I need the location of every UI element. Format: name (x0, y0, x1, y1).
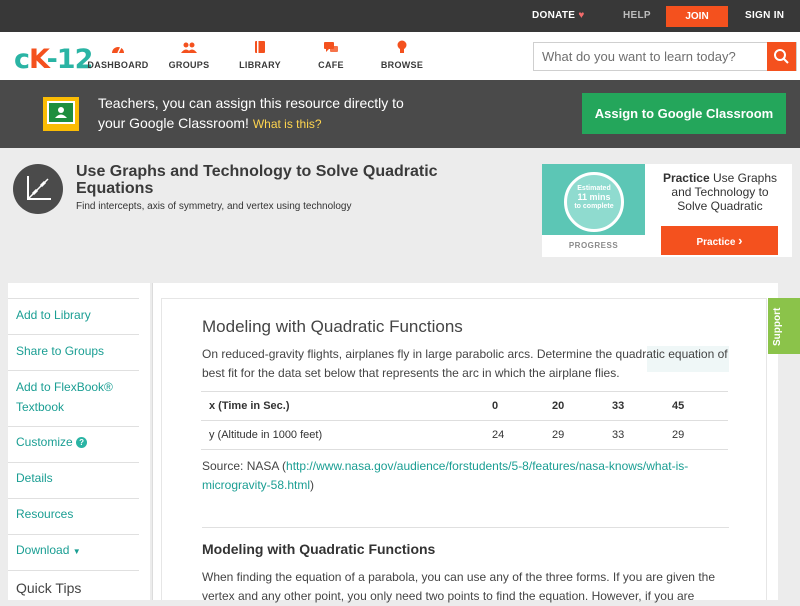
table-cell: 45 (664, 391, 728, 421)
sidebar-details[interactable]: Details (16, 471, 53, 485)
nav-cafe[interactable]: CAFE (291, 40, 371, 70)
data-table: x (Time in Sec.) 0 20 33 45 y (Altitude … (201, 391, 728, 450)
practice-estimate-graphic: Estimated 11 mins to complete (542, 164, 645, 235)
assign-to-google-classroom-button[interactable]: Assign to Google Classroom (582, 93, 786, 134)
source-citation: Source: NASA (http://www.nasa.gov/audien… (202, 457, 742, 495)
sidebar-divider (8, 462, 139, 463)
sidebar-divider (8, 426, 139, 427)
banner-line-1: Teachers, you can assign this resource d… (98, 95, 404, 111)
lightbulb-icon (362, 40, 442, 58)
section-paragraph: When finding the equation of a parabola,… (202, 570, 715, 603)
sidebar-divider (8, 334, 139, 335)
sidebar-add-to-library[interactable]: Add to Library (16, 308, 91, 322)
nav-groups-label: GROUPS (168, 60, 210, 70)
nav-browse[interactable]: BROWSE (362, 40, 442, 70)
section-heading: Modeling with Quadratic Functions (202, 541, 436, 557)
table-row-label: x (Time in Sec.) (201, 391, 484, 421)
sidebar-customize[interactable]: Customize ? (16, 435, 88, 449)
people-icon (149, 40, 229, 58)
book-icon (220, 40, 300, 58)
lesson-intro-paragraph: On reduced-gravity flights, airplanes fl… (202, 347, 728, 380)
source-prefix: Source: NASA ( (202, 459, 287, 473)
sidebar-divider (8, 534, 139, 535)
lesson-heading: Modeling with Quadratic Functions (202, 317, 463, 336)
donate-link[interactable]: DONATE ♥ (532, 0, 585, 32)
nav-groups[interactable]: GROUPS (149, 40, 229, 70)
quick-tips-heading[interactable]: Quick Tips (16, 580, 81, 596)
join-button[interactable]: JOIN (666, 6, 728, 27)
search-button[interactable] (767, 42, 796, 71)
estimate-minutes: 11 mins (577, 192, 611, 202)
sidebar-textbook[interactable]: Textbook (16, 400, 64, 414)
search-box (533, 42, 797, 71)
estimate-text: Estimated 11 mins to complete (560, 184, 628, 211)
sidebar-download[interactable]: Download ▼ (16, 543, 81, 557)
table-cell: 29 (544, 420, 604, 450)
source-suffix: ) (310, 478, 315, 492)
google-classroom-icon (43, 97, 79, 131)
support-tab[interactable]: Support (768, 298, 800, 354)
table-row: x (Time in Sec.) 0 20 33 45 (201, 391, 728, 421)
help-link[interactable]: HELP (623, 0, 651, 32)
heart-icon: ♥ (578, 10, 585, 21)
gauge-icon (78, 40, 158, 58)
section-divider (202, 527, 729, 528)
search-icon (774, 49, 789, 64)
table-cell: 24 (484, 420, 544, 450)
support-label: Support (772, 307, 783, 346)
table-cell: 33 (604, 420, 664, 450)
page-subtitle: Find intercepts, axis of symmetry, and v… (76, 201, 352, 212)
table-cell: 20 (544, 391, 604, 421)
practice-bold-label: Practice (662, 171, 710, 185)
table-row: y (Altitude in 1000 feet) 24 29 33 29 (201, 420, 728, 450)
nav-library[interactable]: LIBRARY (220, 40, 300, 70)
nav-browse-label: BROWSE (380, 60, 424, 70)
logo-c: c (14, 44, 30, 75)
nav-library-label: LIBRARY (239, 60, 281, 70)
table-cell: 0 (484, 391, 544, 421)
chat-icon (291, 40, 371, 58)
progress-label: PROGRESS (568, 241, 619, 250)
sidebar-divider (8, 370, 139, 371)
help-icon[interactable]: ? (76, 437, 88, 448)
sign-in-link[interactable]: SIGN IN (745, 0, 784, 32)
sidebar-divider (8, 498, 139, 499)
altitude-label: y (Altitude in 1000 feet) (209, 429, 323, 441)
table-cell: 33 (604, 391, 664, 421)
search-input[interactable] (534, 43, 770, 70)
nav-dashboard-label: DASHBOARD (87, 60, 149, 70)
table-cell: 29 (664, 420, 728, 450)
sidebar-resources[interactable]: Resources (16, 507, 73, 521)
what-is-this-link[interactable]: What is this? (253, 117, 322, 131)
banner-line-2: your Google Classroom! (98, 115, 249, 131)
sidebar-divider (8, 298, 139, 299)
top-bar: DONATE ♥ HELP JOIN SIGN IN (0, 0, 800, 32)
sidebar-add-to-flexbook[interactable]: Add to FlexBook® (16, 380, 113, 394)
practice-description: Practice Use Graphs and Technology to So… (655, 171, 785, 213)
nav-dashboard[interactable]: DASHBOARD (78, 40, 158, 70)
practice-button[interactable]: Practice › (661, 226, 778, 255)
banner-message: Teachers, you can assign this resource d… (98, 93, 458, 134)
chevron-right-icon: › (738, 233, 743, 248)
caret-down-icon: ▼ (72, 547, 81, 556)
practice-button-label: Practice (696, 237, 736, 248)
logo-k: K (29, 44, 48, 75)
sidebar-share-to-groups[interactable]: Share to Groups (16, 344, 104, 358)
estimate-line-3: to complete (574, 203, 614, 210)
page-title: Use Graphs and Technology to Solve Quadr… (76, 163, 438, 197)
download-label: Download (16, 543, 70, 557)
sidebar-divider (8, 570, 139, 571)
donate-label: DONATE (532, 10, 576, 21)
graph-topic-icon (13, 164, 63, 214)
table-row-label: y (Altitude in 1000 feet) (201, 420, 484, 450)
nav-cafe-label: CAFE (318, 60, 344, 70)
time-label: x (Time in Sec.) (209, 400, 290, 412)
customize-label: Customize (16, 435, 73, 449)
